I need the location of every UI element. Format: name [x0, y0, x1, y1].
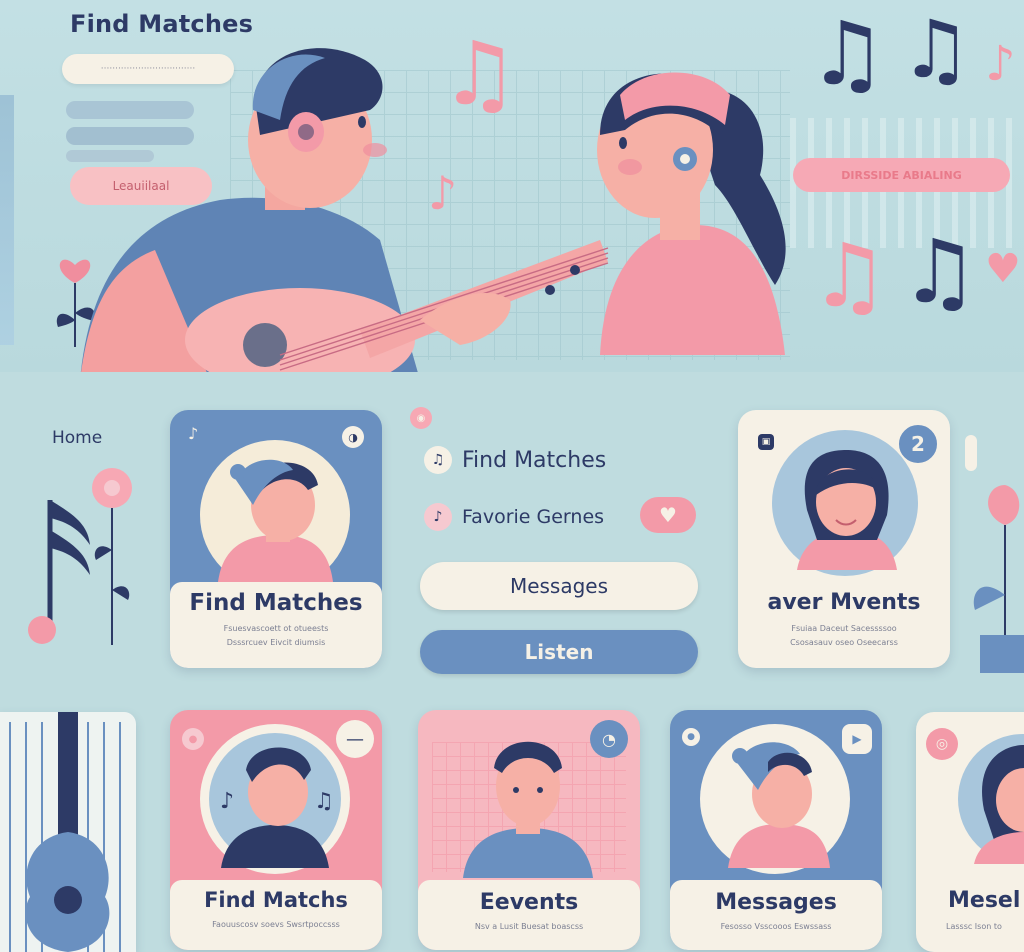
hero-title: Find Matches	[70, 10, 254, 38]
card-subtitle: Faouuscosv soevs Swsrtpoccsss	[212, 920, 340, 929]
music-note-icon: ♫	[808, 2, 887, 105]
speaker-icon[interactable]: ◑	[342, 426, 364, 448]
card-subtitle: Nsv a Lusit Buesat boascss	[474, 922, 584, 931]
heart-button[interactable]: ♥	[640, 497, 696, 533]
card-subtitle: Fsuesvascoett ot otueests	[223, 624, 329, 633]
side-panel	[0, 95, 14, 345]
man-avatar-illustration	[463, 741, 593, 878]
menu-label: Find Matches	[462, 447, 607, 473]
svg-text:♫: ♫	[314, 789, 334, 814]
card-find-matches[interactable]: ♪ ◑ Find Matches Fsuesvascoett ot otuees…	[170, 410, 382, 668]
menu-favorite-genres[interactable]: ♪ Favorie Gernes	[424, 503, 604, 531]
man-avatar-illustration	[218, 459, 333, 582]
flower-pot-decoration	[965, 435, 1024, 673]
record-icon: ●	[182, 728, 204, 750]
music-note-icon: ♪	[985, 36, 1016, 92]
music-note-icon: ♫	[810, 224, 889, 327]
card-events-bottom[interactable]: ◔ Eevents Nsv a Lusit Buesat boascss	[418, 710, 640, 950]
music-note-icon: ♫	[440, 22, 519, 125]
man-avatar-illustration: ♪ ♫	[209, 733, 341, 868]
nav-home[interactable]: Home	[52, 428, 102, 448]
hero-banner: Find Matches ···························…	[0, 0, 1024, 372]
music-note-icon: ♪	[188, 424, 199, 443]
menu-label: Favorie Gernes	[462, 506, 605, 528]
card-title: Find Matches	[189, 590, 363, 616]
card-subtitle: Dsssrcuev Eivcit diumsis	[226, 638, 326, 647]
woman-avatar-illustration	[974, 745, 1024, 864]
listen-button[interactable]: Listen	[420, 630, 698, 674]
music-note-icon: ♫	[900, 220, 979, 323]
woman-avatar-illustration	[797, 450, 897, 570]
play-icon[interactable]: ▶	[842, 724, 872, 754]
card-find-matchs[interactable]: ● — ♪ ♫ Find Matchs Faouuscosv soevs Sws…	[170, 710, 382, 950]
messages-button[interactable]: Messages	[420, 562, 698, 610]
svg-text:♪: ♪	[220, 789, 234, 814]
card-subtitle: Lasssc Ison to	[946, 922, 1002, 931]
card-messages-2[interactable]: ◎ Mesel Lasssc Ison to	[916, 712, 1024, 952]
music-note-icon: ♪	[428, 166, 458, 220]
record-icon: ●	[682, 728, 700, 746]
card-title: aver Mvents	[767, 590, 921, 615]
card-title: Find Matchs	[204, 888, 348, 912]
card-subtitle: Fsuiaa Daceut Sacessssoo	[791, 624, 897, 633]
heart-icon: ♥	[985, 246, 1021, 292]
card-title: Mesel	[948, 888, 1021, 913]
woman-illustration	[597, 72, 786, 355]
record-icon: ◎	[926, 728, 958, 760]
music-flower-decoration	[28, 468, 132, 645]
bell-icon[interactable]: ▣	[758, 434, 774, 450]
card-messages[interactable]: ● ▶ Messages Fesosso Vsscooos Eswssass	[670, 710, 882, 950]
guitar-panel	[0, 712, 136, 952]
card-subtitle: Fesosso Vsscooos Eswssass	[720, 922, 832, 931]
guitar-icon	[9, 712, 121, 952]
menu-find-matches[interactable]: ♫ Find Matches	[424, 446, 606, 474]
card-events[interactable]: ▣ 2 aver Mvents Fsuiaa Daceut Sacessssoo…	[738, 410, 950, 668]
card-title: Messages	[715, 890, 837, 915]
hero-pink-bar[interactable]: DIRSSIDE ABIALING	[793, 158, 1010, 192]
man-with-guitar-illustration	[80, 48, 609, 372]
card-title: Eevents	[479, 890, 579, 915]
man-avatar-illustration	[728, 742, 830, 868]
music-note-icon: ♪	[424, 503, 452, 531]
music-note-icon: ♫	[424, 446, 452, 474]
small-record-icon: ◉	[410, 407, 432, 429]
music-note-icon: ♫	[900, 3, 972, 96]
card-subtitle: Csosasauv oseo Oseecarss	[790, 638, 898, 647]
